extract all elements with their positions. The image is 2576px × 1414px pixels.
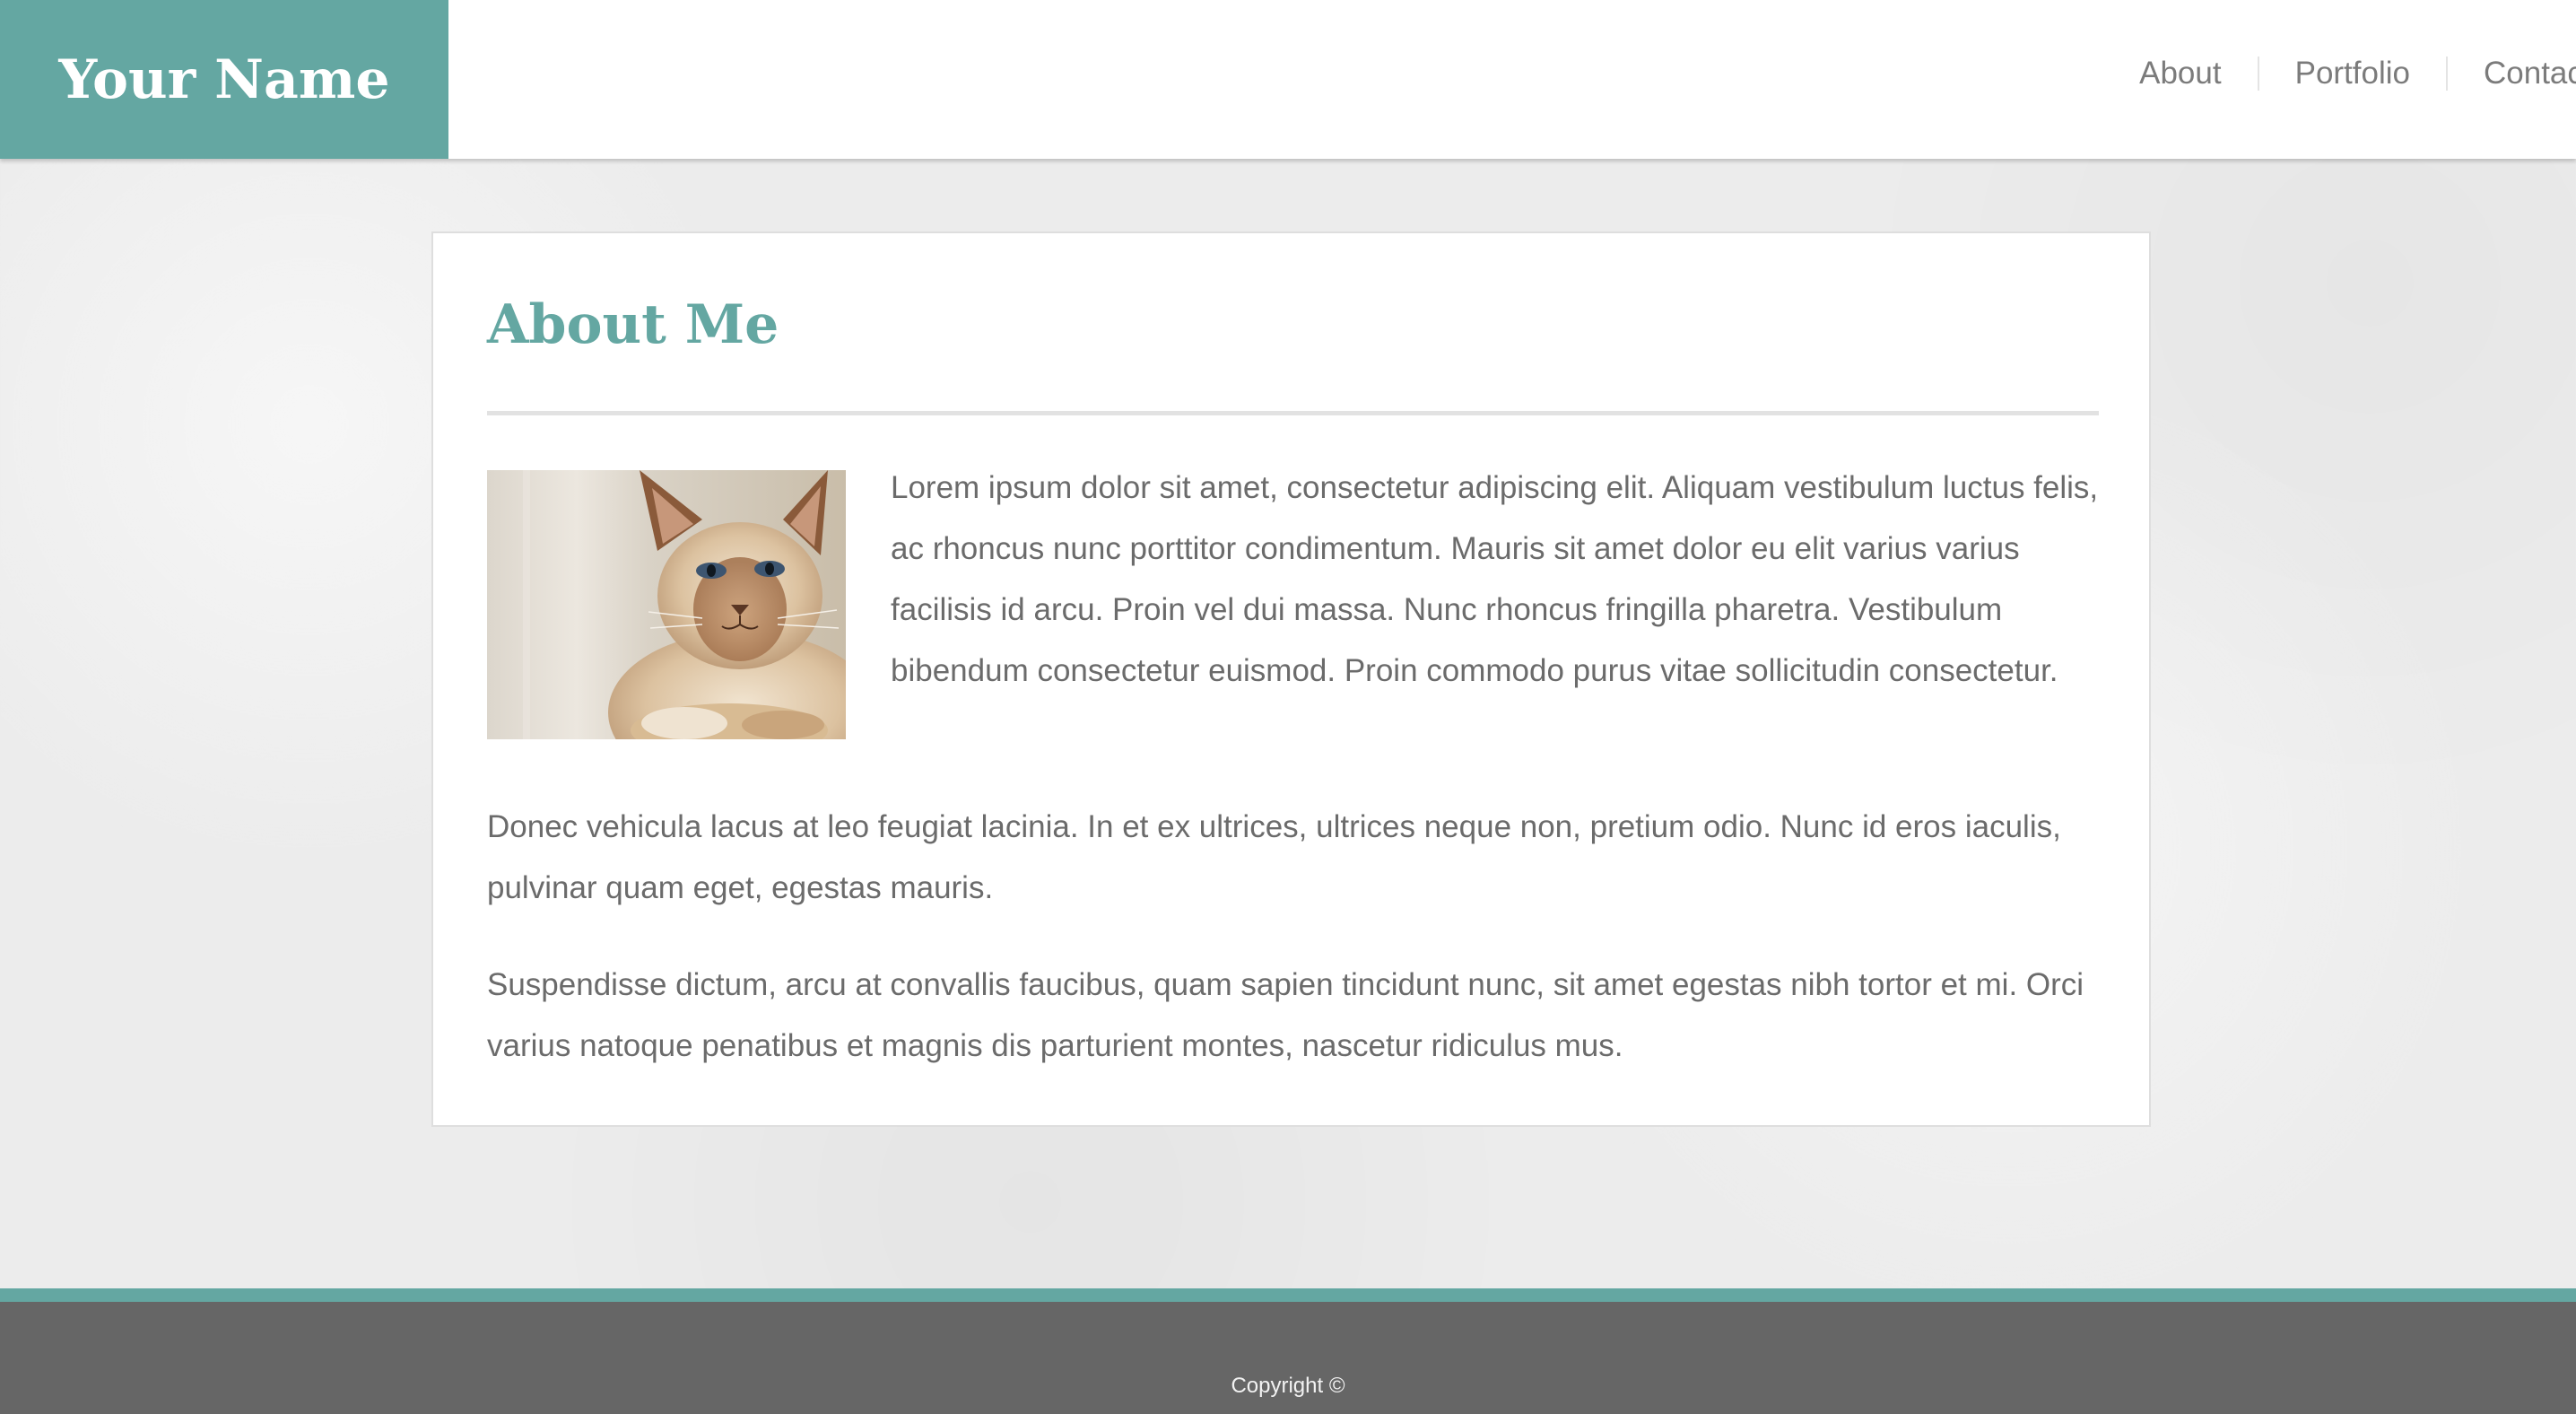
body-paragraph: Donec vehicula lacus at leo feugiat laci… — [487, 809, 2061, 905]
intro-paragraph: Lorem ipsum dolor sit amet, consectetur … — [891, 470, 2099, 688]
logo-text: Your Name — [58, 48, 390, 111]
nav-link-contact[interactable]: Contact — [2448, 57, 2576, 91]
cat-photo — [487, 470, 846, 739]
main-nav: About Portfolio Contact — [2103, 0, 2576, 146]
logo[interactable]: Your Name — [0, 0, 448, 159]
body-paragraph: Suspendisse dictum, arcu at convallis fa… — [487, 967, 2084, 1063]
site-header: Your Name About Portfolio Contact — [0, 0, 2576, 159]
about-card: About Me Lorem ipsum dolor sit amet, con… — [431, 231, 2151, 1127]
footer-accent-bar — [0, 1288, 2576, 1302]
nav-link-portfolio[interactable]: Portfolio — [2259, 56, 2446, 91]
copyright-text: Copyright © — [1231, 1374, 1345, 1398]
title-divider — [487, 411, 2099, 415]
nav-link-about[interactable]: About — [2103, 56, 2257, 91]
page-title: About Me — [487, 293, 779, 356]
site-footer: Copyright © — [0, 1302, 2576, 1414]
